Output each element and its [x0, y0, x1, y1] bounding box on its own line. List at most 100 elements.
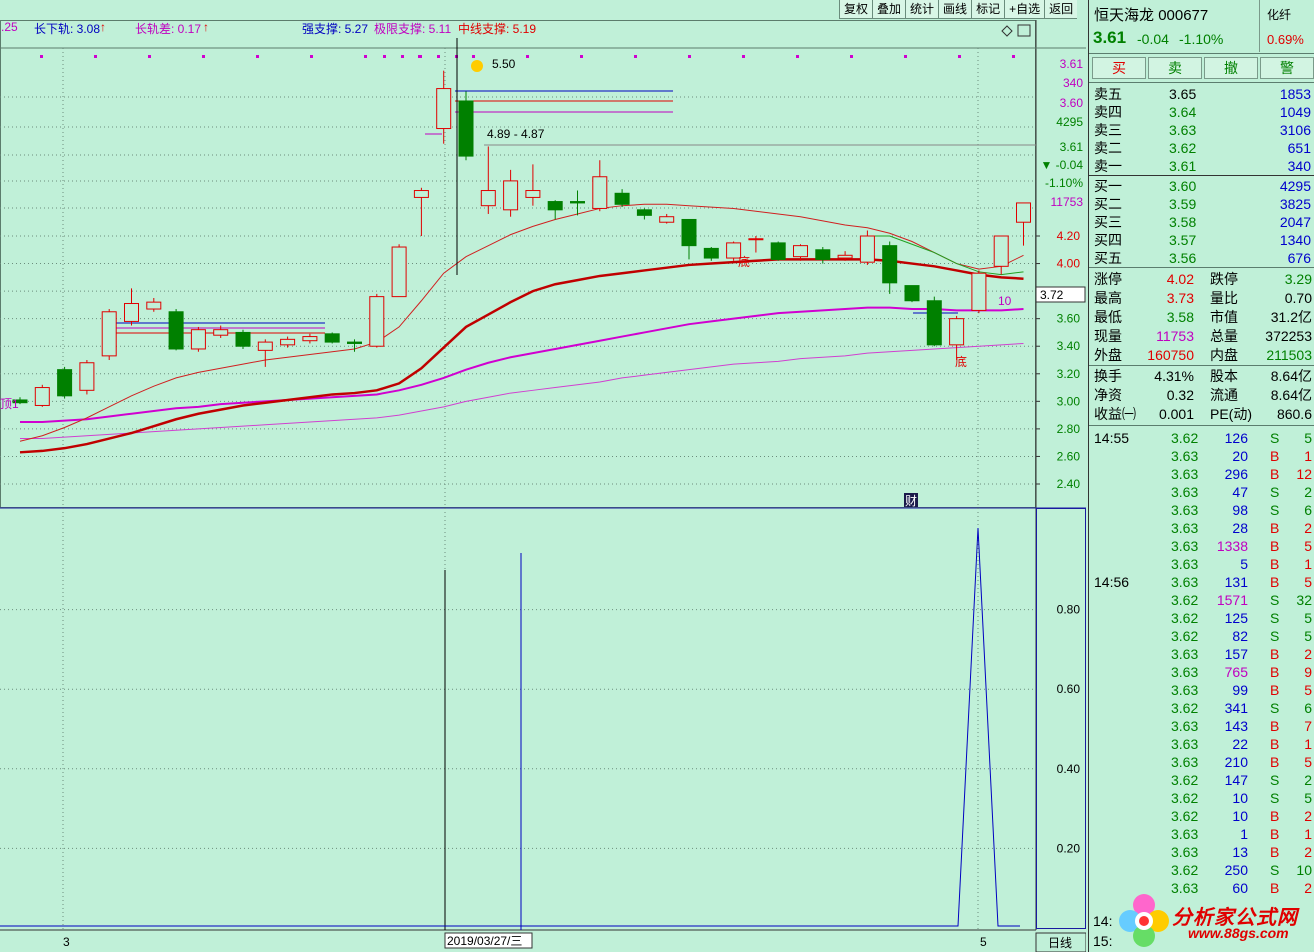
- bid-row[interactable]: 买二 3.59 3825: [1089, 195, 1314, 213]
- tick-row: 3.63 157 B 2: [1089, 645, 1314, 663]
- stat-label: 最低: [1094, 309, 1122, 325]
- tick-price: 3.63: [1171, 556, 1199, 572]
- signal-dot: [580, 55, 583, 58]
- mark-button[interactable]: 标记: [971, 0, 1005, 19]
- candle-down: [636, 209, 652, 216]
- tick-row: 3.62 1571 S 32: [1089, 591, 1314, 609]
- bottom-signal-label: 底: [955, 354, 967, 369]
- stat-row: 最高 3.73 量比 0.70: [1089, 289, 1314, 307]
- overlay-button[interactable]: 叠加: [872, 0, 906, 19]
- tick-side: S: [1270, 862, 1280, 878]
- tick-price: 3.62: [1171, 790, 1199, 806]
- tick-count: 1: [1304, 556, 1312, 572]
- ask-row[interactable]: 卖五 3.65 1853: [1089, 85, 1314, 103]
- tick-price: 3.62: [1171, 430, 1199, 446]
- tick-row: 3.63 210 B 5: [1089, 753, 1314, 771]
- industry-name[interactable]: 化纤: [1267, 6, 1291, 23]
- date-cursor-label: 2019/03/27/三: [447, 934, 522, 948]
- candle-up: [302, 336, 318, 342]
- tick-volume: 143: [1224, 718, 1248, 734]
- tick-side: S: [1270, 790, 1280, 806]
- tick-price: 3.63: [1171, 664, 1199, 680]
- ask-row[interactable]: 卖三 3.63 3106: [1089, 121, 1314, 139]
- stat-row: 换手 4.31% 股本 8.64亿: [1089, 367, 1314, 385]
- industry-pct: 0.69%: [1267, 32, 1304, 47]
- bid-row[interactable]: 买一 3.60 4295: [1089, 177, 1314, 195]
- tick-side: B: [1270, 844, 1280, 860]
- bid-row[interactable]: 买四 3.57 1340: [1089, 231, 1314, 249]
- tick-volume: 20: [1232, 448, 1248, 464]
- signal-dot: [94, 55, 97, 58]
- candle-up: [525, 190, 541, 198]
- candle-down: [570, 201, 585, 204]
- restore-rights-button[interactable]: 复权: [839, 0, 873, 19]
- divider: [1089, 365, 1314, 366]
- level-volume: 1853: [1279, 86, 1311, 102]
- statistics-button[interactable]: 统计: [905, 0, 939, 19]
- level-volume: 651: [1287, 140, 1311, 156]
- chart-toolbar: 复权 叠加 统计 画线 标记 +自选 返回: [839, 0, 1078, 19]
- level-label: 买二: [1094, 196, 1122, 212]
- level-label: 卖三: [1094, 122, 1122, 138]
- signal-dot: [383, 55, 386, 58]
- buy-button[interactable]: 买: [1092, 57, 1146, 79]
- ask-row[interactable]: 卖二 3.62 651: [1089, 139, 1314, 157]
- back-button[interactable]: 返回: [1044, 0, 1078, 19]
- sub-indicator-line: [0, 527, 1020, 927]
- stock-title: 恒天海龙 000677: [1094, 4, 1208, 25]
- stock-code: 000677: [1158, 7, 1209, 24]
- level-volume: 676: [1287, 250, 1311, 266]
- alert-button[interactable]: 警: [1260, 57, 1314, 79]
- tick-price: 3.63: [1171, 466, 1199, 482]
- kline-chart[interactable]: 4.204.003.803.603.403.203.002.802.602.40…: [0, 0, 1086, 952]
- candle-up: [391, 246, 407, 298]
- tick-row: 3.63 20 B 1: [1089, 447, 1314, 465]
- candle-up: [993, 235, 1009, 267]
- bid-row[interactable]: 买三 3.58 2047: [1089, 213, 1314, 231]
- tick-price: 3.63: [1171, 538, 1199, 554]
- stat-label: 总量: [1210, 328, 1238, 344]
- tick-side: S: [1270, 628, 1280, 644]
- chart-area[interactable]: 4.204.003.803.603.403.203.002.802.602.40…: [0, 0, 1086, 952]
- candle-down: [324, 333, 340, 343]
- stat-label: 最高: [1094, 290, 1122, 306]
- stat-value: 372253: [1265, 328, 1312, 344]
- tick-volume: 131: [1224, 574, 1248, 590]
- signal-dot: [904, 55, 907, 58]
- tick-row: 3.62 125 S 5: [1089, 609, 1314, 627]
- ask-row[interactable]: 卖四 3.64 1049: [1089, 103, 1314, 121]
- candle-down: [458, 100, 474, 157]
- tick-price: 3.62: [1171, 592, 1199, 608]
- level-price: 3.61: [1169, 158, 1197, 174]
- stat-value: 3.29: [1284, 271, 1312, 287]
- tick-volume: 765: [1224, 664, 1248, 680]
- draw-line-button[interactable]: 画线: [938, 0, 972, 19]
- watermark-logo: 分析家公式网 www.88gs.com: [1114, 889, 1314, 952]
- tick-count: 2: [1304, 808, 1312, 824]
- tick-row: 3.62 10 S 5: [1089, 789, 1314, 807]
- tick-row: 3.63 296 B 12: [1089, 465, 1314, 483]
- tick-price: 3.63: [1171, 826, 1199, 842]
- candle-up: [793, 245, 808, 258]
- tick-time: 14:56: [1094, 574, 1130, 590]
- tick-side: B: [1270, 736, 1280, 752]
- sell-button[interactable]: 卖: [1148, 57, 1202, 79]
- level-label: 卖一: [1094, 158, 1122, 174]
- bid-row[interactable]: 买五 3.56 676: [1089, 249, 1314, 267]
- signal-dot: [796, 55, 799, 58]
- cancel-order-button[interactable]: 撤: [1204, 57, 1258, 79]
- smiley-icon: [471, 60, 483, 72]
- tick-side: S: [1270, 592, 1280, 608]
- level-volume: 2047: [1279, 214, 1311, 230]
- signal-dot: [472, 55, 475, 58]
- tick-price: 3.62: [1171, 700, 1199, 716]
- add-watchlist-button[interactable]: +自选: [1004, 0, 1045, 19]
- divider: [1089, 267, 1314, 268]
- level-label: 买四: [1094, 232, 1122, 248]
- stat-value: 211503: [1266, 347, 1312, 363]
- tick-side: B: [1270, 556, 1280, 572]
- tick-volume: 210: [1224, 754, 1248, 770]
- signal-dot: [526, 55, 529, 58]
- level-label: 买一: [1094, 178, 1122, 194]
- ask-row[interactable]: 卖一 3.61 340: [1089, 157, 1314, 175]
